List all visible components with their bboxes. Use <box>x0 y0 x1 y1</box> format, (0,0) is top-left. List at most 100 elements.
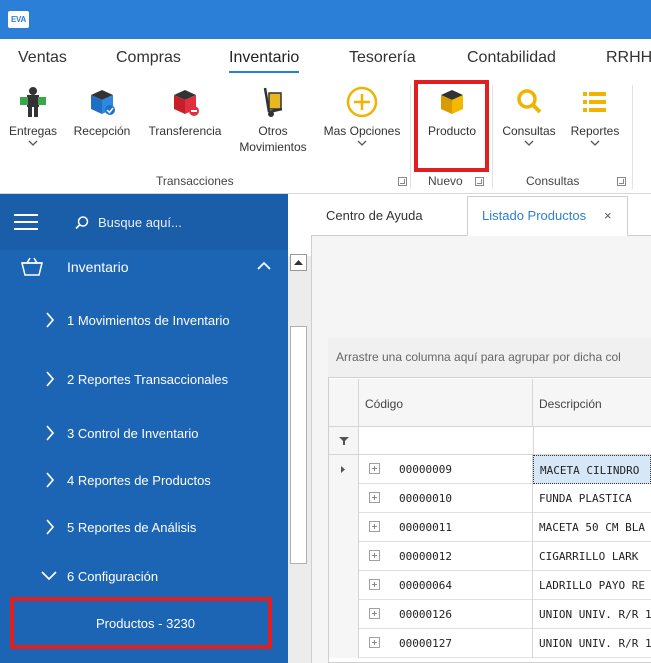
group-label-transacciones: Transacciones <box>156 174 234 188</box>
column-header-descripcion[interactable]: Descripción <box>533 379 651 427</box>
sidebar-section-inventario[interactable]: Inventario <box>0 256 288 282</box>
cell-code: 00000010 <box>359 484 533 513</box>
chevron-down-icon <box>357 140 367 146</box>
menu-tab-compras[interactable]: Compras <box>116 49 181 67</box>
dialog-launcher-icon[interactable] <box>617 177 626 186</box>
entregas-button[interactable]: Entregas <box>6 85 60 147</box>
column-header-codigo[interactable]: Código <box>359 379 533 427</box>
otros-movimientos-label-2: Movimientos <box>239 140 307 154</box>
sidebar-item-reportes-transaccionales[interactable]: 2 Reportes Transaccionales <box>0 370 288 390</box>
menu-tab-inventario[interactable]: Inventario <box>229 49 300 73</box>
group-label-consultas: Consultas <box>526 174 580 188</box>
ribbon-separator <box>632 85 633 189</box>
chevron-up-icon[interactable] <box>256 260 272 272</box>
table-row[interactable]: 00000127 UNION UNIV. R/R 1 <box>329 629 651 658</box>
cell-description: CIGARRILLO LARK <box>539 550 639 563</box>
recepcion-label: Recepción <box>73 124 131 138</box>
consultas-button[interactable]: Consultas <box>498 85 560 147</box>
cell-code: 00000064 <box>359 571 533 600</box>
chevron-down-icon <box>28 140 38 146</box>
expand-row-icon[interactable] <box>369 463 380 474</box>
row-indicator <box>329 484 359 513</box>
transferencia-button[interactable]: Transferencia <box>143 85 227 139</box>
reportes-button[interactable]: Reportes <box>566 85 624 147</box>
sidebar-item-reportes-analisis[interactable]: 5 Reportes de Análisis <box>0 518 288 538</box>
expand-row-icon[interactable] <box>369 608 380 619</box>
expand-row-icon[interactable] <box>369 637 380 648</box>
chevron-right-icon <box>46 371 55 387</box>
group-label-nuevo: Nuevo <box>428 174 463 188</box>
chevron-down-icon <box>41 571 57 581</box>
table-row[interactable]: 00000011 MACETA 50 CM BLA <box>329 513 651 542</box>
chevron-right-icon <box>46 519 55 535</box>
tab-listado-productos[interactable]: Listado Productos <box>482 208 586 223</box>
menu-tab-rrhh[interactable]: RRHH <box>606 49 651 67</box>
plus-circle-icon <box>346 86 378 118</box>
column-divider <box>533 427 534 454</box>
row-indicator <box>329 513 359 542</box>
hand-truck-icon <box>263 87 283 117</box>
tab-centro-ayuda[interactable]: Centro de Ayuda <box>326 208 423 223</box>
transferencia-label: Transferencia <box>148 124 222 138</box>
table-row[interactable]: 00000126 UNION UNIV. R/R 1 <box>329 600 651 629</box>
mas-opciones-button[interactable]: Mas Opciones <box>318 85 406 147</box>
menu-tab-tesoreria[interactable]: Tesorería <box>349 49 416 67</box>
receive-box-icon <box>91 90 115 115</box>
expand-row-icon[interactable] <box>369 579 380 590</box>
sidebar-item-configuracion[interactable]: 6 Configuración <box>0 567 288 587</box>
otros-movimientos-label-1: Otros <box>258 124 288 138</box>
row-indicator <box>329 629 359 658</box>
table-row[interactable]: 00000010 FUNDA PLASTICA <box>329 484 651 513</box>
hamburger-icon[interactable] <box>14 214 38 230</box>
row-indicator <box>329 600 359 629</box>
title-bar: EVA <box>0 0 651 39</box>
delivery-icon <box>20 87 46 117</box>
transfer-box-icon <box>174 90 199 116</box>
cell-description: FUNDA PLASTICA <box>539 492 632 505</box>
group-panel-text: Arrastre una columna aquí para agrupar p… <box>336 350 621 364</box>
sidebar-section-label: Inventario <box>67 259 129 275</box>
sidebar-item-control-inventario[interactable]: 3 Control de Inventario <box>0 424 288 444</box>
menu-bar: Ventas Compras Inventario Tesorería Cont… <box>0 39 651 77</box>
sidebar-item-label: 5 Reportes de Análisis <box>67 520 197 535</box>
cell-code: 00000012 <box>359 542 533 571</box>
table-row[interactable]: 00000009 MACETA CILINDRO <box>329 455 651 484</box>
menu-tab-ventas[interactable]: Ventas <box>18 49 67 67</box>
dialog-launcher-icon[interactable] <box>398 177 407 186</box>
producto-highlight <box>414 80 489 172</box>
row-indicator <box>329 571 359 600</box>
row-indicator-header <box>329 379 359 427</box>
cell-description: LADRILLO PAYO RE <box>539 579 645 592</box>
cell-code: 00000126 <box>359 600 533 629</box>
basket-icon <box>21 257 43 276</box>
sidebar-item-label: 1 Movimientos de Inventario <box>67 313 230 328</box>
sidebar-item-reportes-productos[interactable]: 4 Reportes de Productos <box>0 471 288 491</box>
arrow-up-icon <box>294 260 303 265</box>
expand-row-icon[interactable] <box>369 521 380 532</box>
sidebar-item-movimientos[interactable]: 1 Movimientos de Inventario <box>0 311 288 331</box>
consultas-label: Consultas <box>502 124 556 138</box>
filter-row[interactable] <box>329 427 651 455</box>
row-indicator <box>329 542 359 571</box>
scroll-up-button[interactable] <box>290 254 307 271</box>
filter-icon <box>339 437 349 445</box>
search-icon <box>75 216 89 230</box>
cell-description: MACETA CILINDRO <box>533 455 651 484</box>
dialog-launcher-icon[interactable] <box>475 177 484 186</box>
cell-code: 00000009 <box>359 455 533 484</box>
expand-row-icon[interactable] <box>369 550 380 561</box>
recepcion-button[interactable]: Recepción <box>68 85 136 139</box>
close-icon[interactable]: × <box>604 208 612 223</box>
scrollbar-thumb[interactable] <box>290 326 307 564</box>
sidebar-header: Busque aquí... <box>0 194 288 250</box>
sidebar-search-input[interactable]: Busque aquí... <box>98 215 182 230</box>
cell-description: MACETA 50 CM BLA <box>539 521 645 534</box>
chevron-down-icon <box>524 140 534 146</box>
table-row[interactable]: 00000012 CIGARRILLO LARK <box>329 542 651 571</box>
expand-row-icon[interactable] <box>369 492 380 503</box>
table-row[interactable]: 00000064 LADRILLO PAYO RE <box>329 571 651 600</box>
row-indicator <box>329 455 359 484</box>
menu-tab-contabilidad[interactable]: Contabilidad <box>467 49 556 67</box>
otros-movimientos-button[interactable]: Otros Movimientos <box>233 85 313 155</box>
cell-description: UNION UNIV. R/R 1 <box>539 637 651 650</box>
